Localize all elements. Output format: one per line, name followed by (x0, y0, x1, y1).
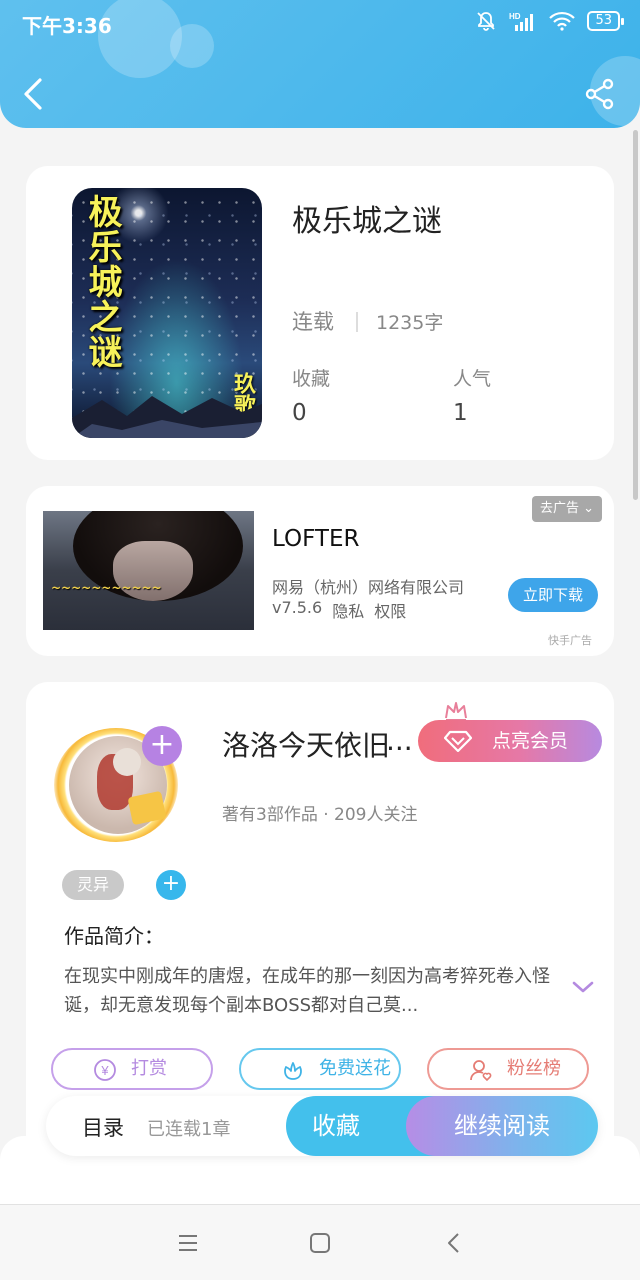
catalog-button[interactable]: 目录 (82, 1112, 124, 1142)
stat-label-popularity: 人气 (453, 368, 492, 390)
stat-value-popularity: 1 (453, 400, 468, 426)
ad-source: 快手广告 (548, 634, 592, 647)
vip-button[interactable]: 点亮会员 (418, 720, 602, 762)
chevron-down-icon: ⌄ (583, 501, 594, 516)
ad-image[interactable]: ~~~~~~~~~~~ (43, 511, 254, 630)
vip-label: 点亮会员 (492, 730, 569, 752)
book-info-card: 极乐城之谜 玖歌阿 极乐城之谜 连载 1235字 收藏 0 人气 1 (26, 166, 614, 460)
remove-ad-button[interactable]: 去广告 ⌄ (531, 496, 602, 522)
status-bar: 下午3:36 HD 53 (0, 0, 640, 46)
fans-ranking-label: 粉丝榜 (507, 1058, 561, 1079)
ad-image-caption: ~~~~~~~~~~~ (51, 581, 162, 595)
avatar-figure-head (113, 748, 141, 776)
book-cover[interactable]: 极乐城之谜 玖歌阿 (72, 188, 262, 438)
header: 下午3:36 HD 53 (0, 0, 640, 128)
tip-label: 打赏 (131, 1058, 167, 1079)
signal-icon: HD (509, 12, 534, 31)
catalog-status[interactable]: 已连载1章 (147, 1115, 230, 1141)
intro-text: 在现实中刚成年的唐煜，在成年的那一刻因为高考猝死卷入怪诞，却无意发现每个副本BO… (64, 966, 550, 1016)
stat-value-collections: 0 (292, 400, 307, 426)
wifi-icon (549, 11, 576, 31)
ad-permissions-link[interactable]: 权限 (374, 598, 406, 622)
status-time: 下午3:36 (22, 14, 112, 38)
word-count: 1235字 (376, 312, 444, 334)
book-title: 极乐城之谜 (292, 204, 442, 239)
follow-button[interactable]: + (142, 726, 182, 766)
book-status: 连载 (292, 310, 334, 334)
fans-ranking-button[interactable]: 粉丝榜 (427, 1048, 589, 1090)
system-nav-bar (0, 1204, 640, 1280)
scrollbar[interactable] (633, 130, 638, 500)
author-meta: 著有3部作品 · 209人关注 (222, 805, 418, 825)
menu-icon[interactable] (176, 1231, 200, 1255)
ad-app-name: LOFTER (272, 526, 360, 552)
status-icons: HD 53 (475, 10, 624, 32)
remove-ad-label: 去广告 (539, 501, 579, 516)
ad-version: v7.5.6 (272, 598, 323, 617)
bell-off-icon (477, 12, 496, 31)
send-flower-label: 免费送花 (319, 1058, 391, 1079)
fan-user-icon (470, 1060, 492, 1082)
cover-mountains (72, 396, 262, 438)
download-button[interactable]: 立即下载 (508, 578, 598, 612)
home-square-icon[interactable] (308, 1231, 332, 1255)
svg-text:HD: HD (509, 12, 521, 21)
ad-company: 网易（杭州）网络有限公司 (272, 578, 465, 597)
battery-icon: 53 (587, 11, 624, 31)
author-name-ellipsis: ... (386, 724, 413, 757)
back-triangle-icon[interactable] (442, 1231, 466, 1255)
share-icon[interactable] (584, 78, 616, 110)
divider (356, 312, 358, 332)
tip-button[interactable]: ¥ 打赏 (51, 1048, 213, 1090)
add-tag-button[interactable]: + (156, 870, 186, 900)
bottom-action-bar: 目录 已连载1章 收藏 继续阅读 (46, 1096, 598, 1156)
continue-reading-button[interactable]: 继续阅读 (406, 1096, 598, 1156)
ad-privacy-link[interactable]: 隐私 (332, 598, 364, 622)
cover-title: 极乐城之谜 (82, 194, 122, 369)
yuan-coin-icon: ¥ (94, 1059, 116, 1081)
ad-version-row: v7.5.6 隐私 权限 (272, 598, 406, 622)
crown-icon (445, 702, 467, 721)
chevron-down-icon[interactable] (572, 980, 594, 994)
genre-tag[interactable]: 灵异 (62, 870, 124, 900)
svg-text:¥: ¥ (100, 1063, 109, 1078)
intro-heading: 作品简介： (64, 924, 164, 948)
chevron-left-icon[interactable] (18, 76, 50, 112)
stat-label-collections: 收藏 (292, 368, 331, 390)
flower-icon (284, 1062, 302, 1080)
send-flower-button[interactable]: 免费送花 (239, 1048, 401, 1090)
diamond-icon (444, 730, 472, 752)
ad-card[interactable]: ~~~~~~~~~~~ 去广告 ⌄ LOFTER 网易（杭州）网络有限公司 v7… (26, 486, 614, 656)
